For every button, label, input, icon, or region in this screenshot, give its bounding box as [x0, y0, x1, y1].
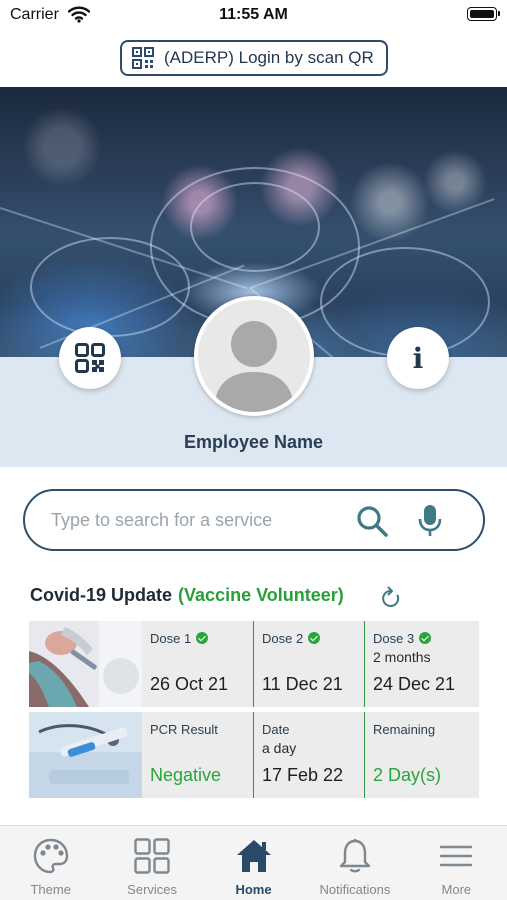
tab-notifications-label: Notifications — [319, 882, 391, 897]
dose-2-date: 11 Dec 21 — [262, 674, 343, 694]
tab-more[interactable]: More — [406, 826, 507, 900]
pcr-result-value: Negative — [150, 765, 222, 785]
dose-2-cell: Dose 2 11 Dec 21 — [253, 621, 364, 707]
covid-section-title: Covid-19 Update (Vaccine Volunteer) — [30, 585, 344, 606]
dose-3-label: Dose 3 — [373, 630, 415, 646]
tab-notifications[interactable]: Notifications — [304, 826, 405, 900]
tab-home[interactable]: Home — [203, 826, 304, 900]
avatar[interactable] — [194, 296, 314, 416]
info-button[interactable]: i — [387, 327, 449, 389]
user-silhouette-icon — [198, 300, 310, 412]
pcr-remaining-cell: Remaining 2 Day(s) — [364, 712, 479, 798]
home-icon — [236, 840, 271, 872]
pcr-date-value: 17 Feb 22 — [262, 765, 344, 785]
microphone-icon[interactable] — [418, 504, 442, 538]
pcr-remaining-value: 2 Day(s) — [373, 765, 442, 785]
vaccine-doses-row: Dose 1 26 Oct 21 Dose 2 11 Dec 21 Dose 3… — [29, 621, 479, 707]
pcr-result-label: PCR Result — [150, 721, 218, 737]
login-by-qr-label: (ADERP) Login by scan QR — [164, 48, 374, 67]
dose-2-note — [262, 649, 356, 667]
dose-3-note: 2 months — [373, 649, 431, 665]
check-icon — [196, 632, 209, 644]
palette-icon — [33, 838, 68, 874]
bell-icon — [339, 838, 371, 873]
dose-2-label: Dose 2 — [262, 630, 304, 646]
tab-theme-label: Theme — [30, 882, 71, 897]
bottom-tab-bar: Theme Services Home Notifications More — [0, 825, 507, 900]
pcr-result-row: PCR Result Negative Date a day 17 Feb 22… — [29, 712, 479, 798]
qr-code-icon — [75, 343, 105, 373]
grid-icon — [134, 838, 170, 874]
refresh-icon[interactable] — [380, 586, 402, 610]
dose-1-date: 26 Oct 21 — [150, 674, 229, 694]
covid-title-label: Covid-19 Update — [30, 585, 173, 605]
dose-3-cell: Dose 3 2 months 24 Dec 21 — [364, 621, 479, 707]
menu-icon — [440, 845, 473, 867]
search-input[interactable] — [51, 505, 351, 535]
pcr-date-cell: Date a day 17 Feb 22 — [253, 712, 364, 798]
search-icon[interactable] — [355, 504, 389, 538]
vaccination-photo — [29, 621, 142, 707]
dose-1-note — [150, 649, 245, 667]
qr-code-icon — [132, 47, 154, 69]
tab-more-label: More — [441, 882, 472, 897]
info-icon: i — [412, 341, 424, 375]
battery-icon — [467, 7, 500, 21]
vaccine-status-label: (Vaccine Volunteer) — [178, 585, 344, 605]
dose-1-label: Dose 1 — [150, 630, 192, 646]
pcr-test-photo — [29, 712, 142, 798]
pcr-result-cell: PCR Result Negative — [142, 712, 253, 798]
pcr-date-note: a day — [262, 740, 297, 756]
dose-1-cell: Dose 1 26 Oct 21 — [142, 621, 253, 707]
employee-name: Employee Name — [183, 432, 324, 452]
pcr-remaining-label: Remaining — [373, 721, 436, 737]
tab-services-label: Services — [127, 882, 178, 897]
dose-3-date: 24 Dec 21 — [373, 674, 456, 694]
check-icon — [419, 632, 432, 644]
check-icon — [308, 632, 321, 644]
status-bar: Carrier 11:55 AM — [0, 0, 507, 32]
qr-code-button[interactable] — [59, 327, 121, 389]
clock: 11:55 AM — [219, 6, 288, 23]
pcr-date-label: Date — [262, 721, 290, 737]
tab-services[interactable]: Services — [101, 826, 202, 900]
tab-theme[interactable]: Theme — [0, 826, 101, 900]
search-bar — [23, 489, 485, 551]
tab-home-label: Home — [235, 882, 272, 897]
login-by-qr-button[interactable]: (ADERP) Login by scan QR — [120, 40, 388, 76]
